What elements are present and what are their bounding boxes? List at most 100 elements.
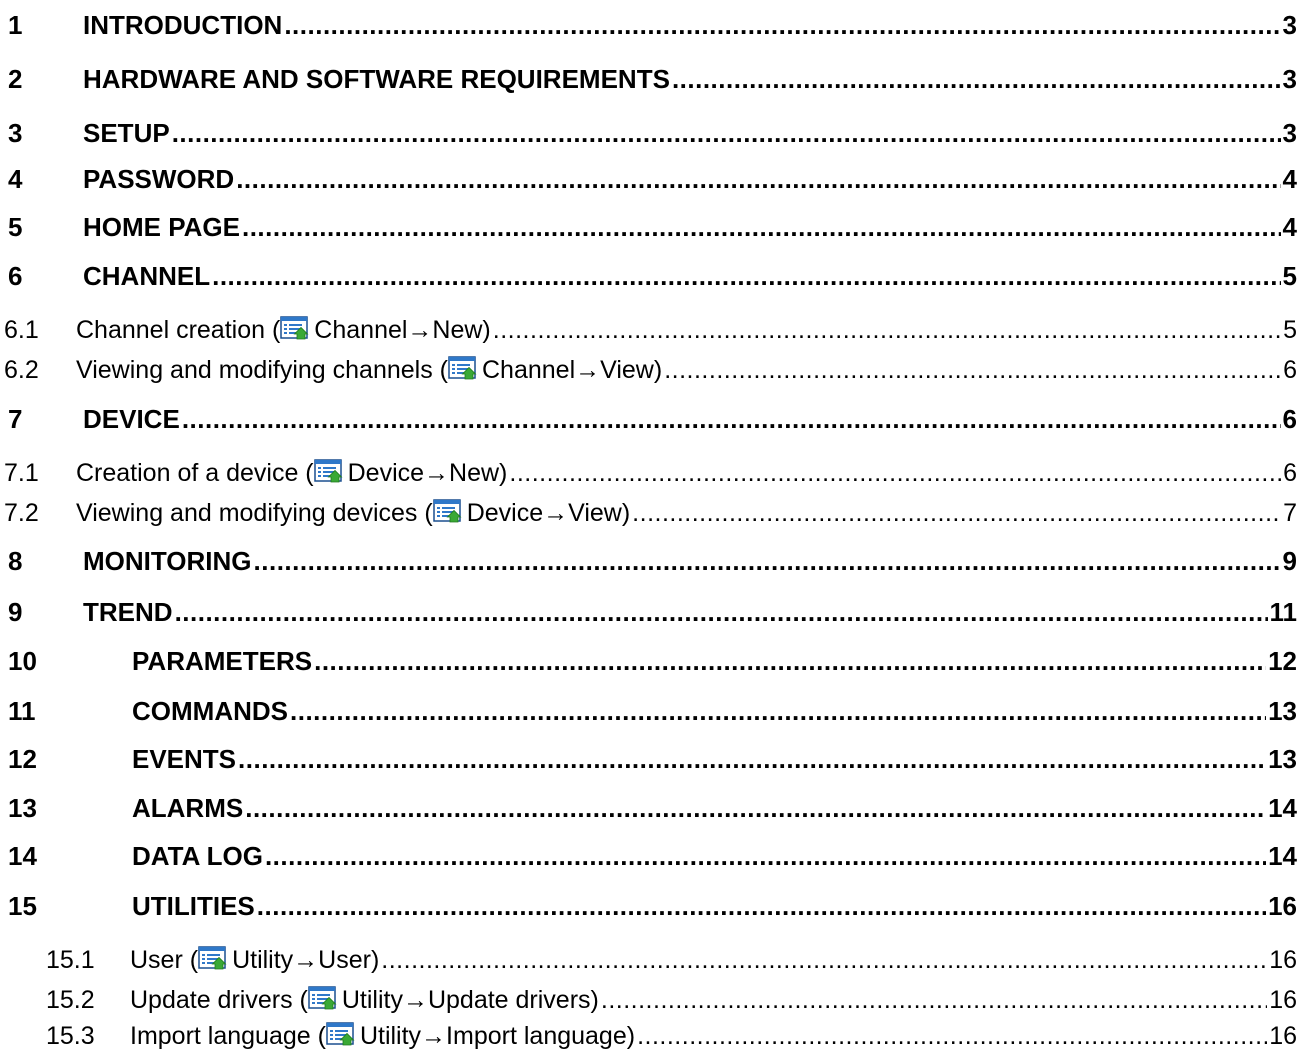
toc-entry-7-1[interactable]: 7.1 Creation of a device ( Device→New) 6 bbox=[0, 457, 1301, 488]
toc-page-number: 16 bbox=[1269, 1022, 1297, 1050]
toc-leader bbox=[509, 459, 1281, 488]
toc-entry-15[interactable]: 15 UTILITIES 16 bbox=[0, 891, 1301, 922]
toc-title: SETUP bbox=[83, 118, 170, 148]
toc-entry-15-1[interactable]: 15.1 User ( Utility→User) 16 bbox=[0, 944, 1301, 975]
toc-page-number: 13 bbox=[1268, 696, 1297, 726]
toc-title-path: Utility→Update drivers) bbox=[341, 986, 599, 1014]
toc-leader bbox=[672, 64, 1281, 95]
toc-leader bbox=[254, 546, 1281, 577]
toc-entry-10[interactable]: 10 PARAMETERS 12 bbox=[0, 646, 1301, 677]
menu-list-icon bbox=[448, 356, 480, 380]
toc-title: MONITORING bbox=[83, 546, 252, 576]
toc-number: 15.2 bbox=[46, 986, 95, 1014]
toc-entry-13[interactable]: 13 ALARMS 14 bbox=[0, 793, 1301, 824]
toc-page-number: 14 bbox=[1268, 841, 1297, 871]
toc-number: 7 bbox=[8, 404, 23, 434]
toc-entry-7-2[interactable]: 7.2 Viewing and modifying devices ( Devi… bbox=[0, 497, 1301, 528]
toc-title: TREND bbox=[83, 597, 173, 627]
toc-title: HOME PAGE bbox=[83, 212, 240, 242]
menu-list-icon bbox=[308, 986, 340, 1010]
toc-title: Viewing and modifying channels ( Channel… bbox=[76, 354, 662, 385]
toc-page-number: 4 bbox=[1282, 164, 1297, 194]
toc-number: 13 bbox=[8, 793, 37, 823]
toc-number: 3 bbox=[8, 118, 23, 148]
toc-entry-14[interactable]: 14 DATA LOG 14 bbox=[0, 841, 1301, 872]
toc-entry-6-2[interactable]: 6.2 Viewing and modifying channels ( Cha… bbox=[0, 354, 1301, 385]
toc-page-number: 4 bbox=[1282, 212, 1297, 242]
toc-title: CHANNEL bbox=[83, 261, 211, 291]
toc-leader bbox=[182, 404, 1281, 435]
toc-leader bbox=[242, 212, 1281, 243]
toc-page-number: 5 bbox=[1282, 261, 1297, 291]
toc-number: 4 bbox=[8, 164, 23, 194]
toc-page-number: 7 bbox=[1283, 499, 1297, 527]
toc-title-path: Channel→View) bbox=[482, 356, 663, 384]
toc-leader bbox=[212, 261, 1280, 292]
toc-entry-12[interactable]: 12 EVENTS 13 bbox=[0, 744, 1301, 775]
toc-title: Creation of a device ( Device→New) bbox=[76, 457, 507, 488]
toc-title-path: Device→New) bbox=[347, 459, 508, 487]
toc-title: DEVICE bbox=[83, 404, 180, 434]
toc-title-prefix: Viewing and modifying devices ( bbox=[76, 499, 433, 527]
toc-entry-2[interactable]: 2 HARDWARE AND SOFTWARE REQUIREMENTS 3 bbox=[0, 64, 1301, 95]
toc-page-number: 6 bbox=[1283, 459, 1297, 487]
toc-entry-6[interactable]: 6 CHANNEL 5 bbox=[0, 261, 1301, 292]
toc-title: ALARMS bbox=[132, 793, 244, 823]
toc-page-number: 6 bbox=[1283, 356, 1297, 384]
toc-title-path: Device→View) bbox=[466, 499, 631, 527]
toc-leader bbox=[238, 744, 1266, 775]
toc-number: 10 bbox=[8, 646, 37, 676]
toc-entry-1[interactable]: 1 INTRODUCTION 3 bbox=[0, 10, 1301, 41]
toc-title-path: Utility→Import language) bbox=[359, 1022, 636, 1050]
toc-page-number: 14 bbox=[1268, 793, 1297, 823]
toc-leader bbox=[284, 10, 1280, 41]
toc-entry-8[interactable]: 8 MONITORING 9 bbox=[0, 546, 1301, 577]
toc-leader bbox=[172, 118, 1281, 149]
table-of-contents: 1 INTRODUCTION 3 2 HARDWARE AND SOFTWARE… bbox=[0, 0, 1301, 1055]
toc-leader bbox=[664, 356, 1281, 385]
toc-page-number: 12 bbox=[1268, 646, 1297, 676]
toc-page-number: 3 bbox=[1282, 118, 1297, 148]
toc-title-path: Utility→User) bbox=[232, 946, 380, 974]
toc-entry-4[interactable]: 4 PASSWORD 4 bbox=[0, 164, 1301, 195]
toc-title: PASSWORD bbox=[83, 164, 235, 194]
toc-entry-7[interactable]: 7 DEVICE 6 bbox=[0, 404, 1301, 435]
toc-title-path: Channel→New) bbox=[314, 316, 491, 344]
toc-number: 12 bbox=[8, 744, 37, 774]
toc-leader bbox=[493, 316, 1281, 345]
toc-number: 14 bbox=[8, 841, 37, 871]
toc-title-prefix: User ( bbox=[130, 946, 199, 974]
toc-page-number: 3 bbox=[1282, 64, 1297, 94]
toc-page-number: 16 bbox=[1268, 891, 1297, 921]
toc-leader bbox=[265, 841, 1266, 872]
toc-number: 2 bbox=[8, 64, 23, 94]
toc-leader bbox=[236, 164, 1280, 195]
toc-leader bbox=[314, 646, 1266, 677]
toc-title-prefix: Update drivers ( bbox=[130, 986, 308, 1014]
toc-entry-6-1[interactable]: 6.1 Channel creation ( Channel→New) 5 bbox=[0, 314, 1301, 345]
toc-number: 11 bbox=[8, 696, 36, 726]
toc-entry-5[interactable]: 5 HOME PAGE 4 bbox=[0, 212, 1301, 243]
toc-entry-15-2[interactable]: 15.2 Update drivers ( Utility→Update dri… bbox=[0, 984, 1301, 1015]
toc-leader bbox=[257, 891, 1266, 922]
toc-title: COMMANDS bbox=[132, 696, 288, 726]
toc-entry-15-3[interactable]: 15.3 Import language ( Utility→Import la… bbox=[0, 1020, 1301, 1051]
toc-number: 7.2 bbox=[4, 499, 39, 527]
toc-leader bbox=[637, 1022, 1267, 1051]
menu-list-icon bbox=[432, 499, 465, 523]
menu-list-icon bbox=[313, 459, 346, 483]
toc-title: Import language ( Utility→Import languag… bbox=[130, 1020, 635, 1051]
toc-number: 8 bbox=[8, 546, 23, 576]
toc-number: 15.3 bbox=[46, 1022, 95, 1050]
toc-title: Channel creation ( Channel→New) bbox=[76, 314, 491, 345]
toc-entry-11[interactable]: 11 COMMANDS 13 bbox=[0, 696, 1301, 727]
toc-title: Update drivers ( Utility→Update drivers) bbox=[130, 984, 599, 1015]
toc-entry-9[interactable]: 9 TREND 11 bbox=[0, 597, 1301, 628]
toc-entry-3[interactable]: 3 SETUP 3 bbox=[0, 118, 1301, 149]
menu-list-icon bbox=[198, 946, 230, 970]
toc-number: 9 bbox=[8, 597, 23, 627]
toc-number: 1 bbox=[8, 10, 23, 40]
toc-page-number: 5 bbox=[1283, 316, 1297, 344]
toc-leader bbox=[381, 946, 1267, 975]
toc-title-prefix: Viewing and modifying channels ( bbox=[76, 356, 448, 384]
